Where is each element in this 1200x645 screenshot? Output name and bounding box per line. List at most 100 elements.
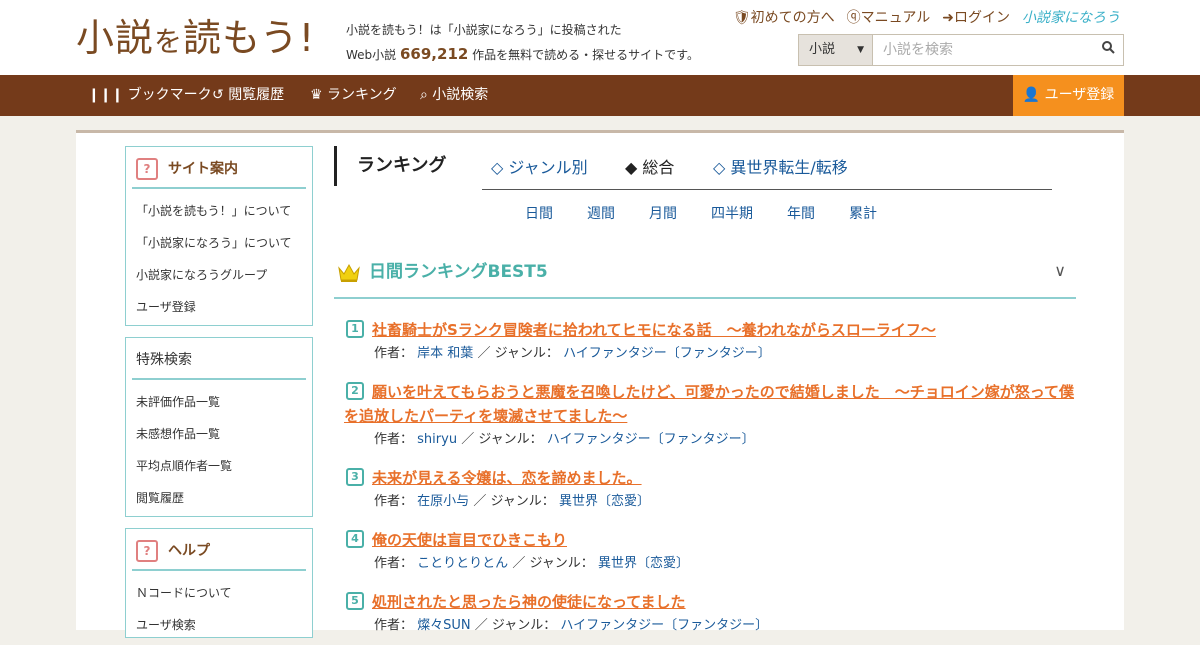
tabs-divider	[482, 189, 1052, 190]
site-tagline: 小説を読もう！は「小説家になろう」に投稿された Web小説 669,212 作品…	[346, 18, 699, 67]
logo-text-rest: 読もう!	[183, 16, 316, 60]
tagline-prefix: Web小説	[346, 48, 397, 62]
period-daily[interactable]: 日間	[525, 203, 553, 223]
author-link[interactable]: 岸本 和葉	[417, 346, 473, 361]
rank-number-badge: 2	[346, 382, 364, 400]
period-weekly[interactable]: 週間	[587, 203, 615, 223]
author-link[interactable]: 在原小与	[417, 494, 469, 509]
sidebar-item-ncode[interactable]: Ｎコードについて	[136, 577, 312, 609]
novel-count: 669,212	[400, 45, 469, 63]
sidebar-item-narou-group[interactable]: 小説家になろうグループ	[136, 259, 312, 291]
novel-meta: 作者： ことりとりとん ／ ジャンル： 異世界〔恋愛〕	[374, 556, 689, 571]
tab-genre[interactable]: ◇ ジャンル別	[491, 154, 588, 178]
ranking-entry: 3 未来が見える令嬢は、恋を諦めました。 作者： 在原小与 ／ ジャンル： 異世…	[344, 466, 1079, 514]
main-content: ? サイト案内 「小説を読もう！」について 「小説家になろう」について 小説家にな…	[76, 130, 1124, 638]
question-icon: ?	[136, 540, 158, 562]
tab-isekai[interactable]: ◇ 異世界転生/転移	[713, 154, 848, 178]
sidebar-item-unrated[interactable]: 未評価作品一覧	[136, 386, 312, 418]
header-links: 🛡初めての方へ ⓠマニュアル ➜ログイン 小説家になろう	[733, 7, 1120, 27]
novel-meta: 作者： 在原小与 ／ ジャンル： 異世界〔恋愛〕	[374, 494, 650, 509]
ranking-header: ランキング ◇ ジャンル別 ◆ 総合 ◇ 異世界転生/転移	[334, 146, 1074, 186]
sidebar-item-about-narou[interactable]: 「小説家になろう」について	[136, 227, 312, 259]
sidebar-item-no-comments[interactable]: 未感想作品一覧	[136, 418, 312, 450]
question-icon: ?	[136, 158, 158, 180]
novel-meta: 作者： shiryu ／ ジャンル： ハイファンタジー〔ファンタジー〕	[374, 432, 755, 447]
help-title: ? ヘルプ	[132, 529, 306, 571]
period-quarterly[interactable]: 四半期	[711, 203, 753, 223]
best5-label: 日間ランキングBEST5	[369, 262, 548, 282]
sidebar-item-history[interactable]: 閲覧履歴	[136, 482, 312, 514]
ranking-entry: 4 俺の天使は盲目でひきこもり 作者： ことりとりとん ／ ジャンル： 異世界〔…	[344, 528, 1079, 576]
sidebar-item-user-search[interactable]: ユーザ検索	[136, 609, 312, 641]
first-time-link[interactable]: 🛡初めての方へ	[733, 7, 835, 27]
genre-link[interactable]: 異世界〔恋愛〕	[559, 494, 650, 509]
search-category-select[interactable]: 小説 ▼	[799, 35, 873, 65]
best5-header[interactable]: 日間ランキングBEST5 ∨	[334, 261, 1076, 299]
period-yearly[interactable]: 年間	[787, 203, 815, 223]
tab-overall[interactable]: ◆ 総合	[625, 154, 674, 178]
rank-number-badge: 5	[346, 592, 364, 610]
rank-number-badge: 1	[346, 320, 364, 338]
genre-link[interactable]: 異世界〔恋愛〕	[598, 556, 689, 571]
nav-search[interactable]: ⌕ 小説検索	[420, 75, 488, 116]
site-guide-links: 「小説を読もう！」について 「小説家になろう」について 小説家になろうグループ …	[126, 189, 312, 327]
crown-icon: ♛	[310, 87, 323, 103]
novel-title-link[interactable]: 社畜騎士がSランク冒険者に拾われてヒモになる話 ～養われながらスローライフ～	[344, 318, 1079, 342]
tagline-line1: 小説を読もう！は「小説家になろう」に投稿された	[346, 23, 622, 37]
ranking-header-bar	[334, 146, 337, 186]
rank-number-badge: 4	[346, 530, 364, 548]
login-link[interactable]: ➜ログイン	[942, 7, 1010, 27]
tagline-suffix: 作品を無料で読める・探せるサイトです。	[472, 48, 699, 62]
search-button[interactable]	[1093, 35, 1123, 65]
site-guide-title: ? サイト案内	[132, 147, 306, 189]
bookmark-icon: ❙❙❙	[88, 87, 124, 103]
crown-icon	[338, 263, 360, 282]
author-link[interactable]: ことりとりとん	[417, 556, 508, 571]
genre-link[interactable]: ハイファンタジー〔ファンタジー〕	[560, 618, 768, 633]
logo-text-small: を	[154, 25, 184, 58]
author-link[interactable]: 燦々SUN	[417, 618, 471, 633]
novel-title-link[interactable]: 未来が見える令嬢は、恋を諦めました。	[344, 466, 1079, 490]
sidebar-site-guide: ? サイト案内 「小説を読もう！」について 「小説家になろう」について 小説家にな…	[125, 146, 313, 326]
logo-text-main: 小説	[76, 16, 155, 60]
novel-title-link[interactable]: 願いを叶えてもらおうと悪魔を召喚したけど、可愛かったので結婚しました ～チョロイ…	[344, 380, 1079, 428]
caret-down-icon: ▼	[857, 45, 864, 55]
login-icon: ➜	[942, 10, 954, 26]
narou-brand-link[interactable]: 小説家になろう	[1022, 7, 1120, 27]
main-nav: ❙❙❙ ブックマーク ↺ 閲覧履歴 ♛ ランキング ⌕ 小説検索 👤 ユーザ登録	[0, 75, 1200, 116]
search-box: 小説 ▼ 小説を検索	[798, 34, 1124, 66]
site-header: 小説を読もう! 小説を読もう！は「小説家になろう」に投稿された Web小説 66…	[0, 0, 1200, 75]
search-input[interactable]: 小説を検索	[873, 35, 1093, 65]
search-icon	[1101, 41, 1115, 54]
rank-number-badge: 3	[346, 468, 364, 486]
nav-ranking[interactable]: ♛ ランキング	[310, 75, 397, 116]
history-icon: ↺	[212, 87, 224, 103]
novel-title-link[interactable]: 処刑されたと思ったら神の使徒になってました	[344, 590, 1079, 614]
sidebar-item-register[interactable]: ユーザ登録	[136, 291, 312, 323]
genre-link[interactable]: ハイファンタジー〔ファンタジー〕	[547, 432, 755, 447]
ranking-entry: 1 社畜騎士がSランク冒険者に拾われてヒモになる話 ～養われながらスローライフ～…	[344, 318, 1079, 366]
shield-icon: 🛡	[732, 10, 751, 26]
user-icon: 👤	[1022, 87, 1041, 103]
novel-meta: 作者： 岸本 和葉 ／ ジャンル： ハイファンタジー〔ファンタジー〕	[374, 346, 771, 361]
sidebar-item-about-yomou[interactable]: 「小説を読もう！」について	[136, 195, 312, 227]
nav-history[interactable]: ↺ 閲覧履歴	[212, 75, 284, 116]
sidebar-item-avg-score-authors[interactable]: 平均点順作者一覧	[136, 450, 312, 482]
chevron-down-icon[interactable]: ∨	[1054, 261, 1066, 280]
nav-bookmark[interactable]: ❙❙❙ ブックマーク	[88, 75, 212, 116]
author-link[interactable]: shiryu	[417, 432, 457, 447]
genre-link[interactable]: ハイファンタジー〔ファンタジー〕	[563, 346, 771, 361]
search-icon: ⌕	[420, 87, 428, 103]
help-circle-icon: ⓠ	[846, 10, 861, 26]
manual-link[interactable]: ⓠマニュアル	[847, 7, 931, 27]
novel-title-link[interactable]: 俺の天使は盲目でひきこもり	[344, 528, 1079, 552]
sidebar-help: ? ヘルプ Ｎコードについて ユーザ検索	[125, 528, 313, 638]
help-links: Ｎコードについて ユーザ検索	[126, 571, 312, 645]
period-total[interactable]: 累計	[849, 203, 877, 223]
novel-meta: 作者： 燦々SUN ／ ジャンル： ハイファンタジー〔ファンタジー〕	[374, 618, 769, 633]
sidebar-special-search: 特殊検索 未評価作品一覧 未感想作品一覧 平均点順作者一覧 閲覧履歴	[125, 337, 313, 517]
special-search-links: 未評価作品一覧 未感想作品一覧 平均点順作者一覧 閲覧履歴	[126, 380, 312, 518]
period-monthly[interactable]: 月間	[649, 203, 677, 223]
nav-register-button[interactable]: 👤 ユーザ登録	[1013, 75, 1124, 116]
site-logo[interactable]: 小説を読もう!	[76, 14, 315, 66]
